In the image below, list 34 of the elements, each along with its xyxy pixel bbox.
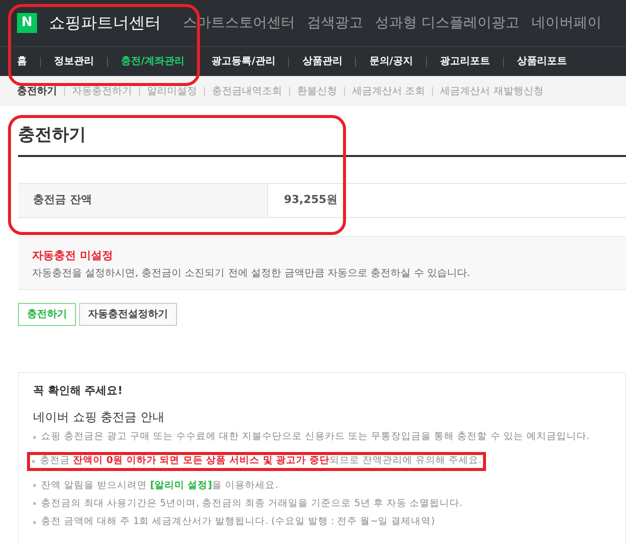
sub-nav-tab[interactable]: 세금계산서 조회 (352, 84, 426, 98)
sub-nav-tab[interactable]: 충전금내역조회 (212, 84, 282, 98)
nav-tab[interactable]: 상품리포트 (516, 54, 567, 69)
nav-tab[interactable]: 정보관리 (54, 54, 94, 69)
info-item: 잔액 알림을 받으시려면 [알리미 설정]을 이용하세요. (41, 478, 278, 492)
info-item: 충전금 잔액이 0원 이하가 되면 모든 상품 서비스 및 광고가 중단되므로 잔액관리에 유의해 주세요. (40, 454, 482, 468)
service-link[interactable]: 검색광고 (307, 12, 363, 34)
info-item: 쇼핑 충전금은 광고 구매 또는 수수료에 대한 지불수단으로 신용카드 또는 무통장입금을 통해 충전할 수 있는 예치금입니다. (41, 430, 590, 444)
site-title: 쇼핑파트너센터 (49, 12, 161, 34)
service-link[interactable]: 성과형 디스플레이광고 (375, 12, 520, 34)
action-button[interactable]: 충전하기 (18, 302, 76, 326)
balance-value: 93,255원 (283, 192, 338, 208)
info-item: 충전금의 최대 사용기간은 5년이며, 충전금의 최종 거래일을 기준으로 5년 후 자동 소멸됩니다. (41, 496, 462, 511)
auto-charge-status: 자동충전 미설정 (32, 248, 114, 264)
sub-nav-tab[interactable]: 세금계산서 재발행신청 (440, 84, 544, 98)
info-item: 충전 금액에 대해 주 1회 세금계산서가 발행됩니다. (수요일 발행 : 전주 월~일 결제내역) (41, 515, 435, 529)
nav-tab[interactable]: 문의/공지 (369, 54, 413, 69)
info-heading: 꼭 확인해 주세요! (33, 382, 124, 398)
sub-nav-tab[interactable]: 알리미설정 (147, 84, 197, 98)
nav-tab[interactable]: 광고리포트 (440, 54, 490, 69)
nav-tab[interactable]: 광고등록/관리 (212, 54, 276, 69)
auto-charge-description: 자동충전을 설정하시면, 충전금이 소진되기 전에 설정한 금액만큼 자동으로 충전하실 수 있습니다. (32, 267, 472, 281)
sub-nav-tab[interactable]: 환불신청 (297, 84, 337, 98)
info-title: 네이버 쇼핑 충전금 안내 (33, 409, 166, 426)
table-header-cell: 충전금 잔액 (18, 184, 268, 216)
sub-nav-tab[interactable]: 충전하기 (17, 84, 57, 98)
page-title: 충전하기 (18, 123, 626, 156)
service-link[interactable]: 네이버페이 (531, 12, 602, 34)
logo-icon: N (17, 13, 37, 33)
action-button[interactable]: 자동충전설정하기 (79, 302, 177, 326)
nav-tab[interactable]: 홈 (17, 54, 27, 69)
sub-nav-tab[interactable]: 자동충전하기 (72, 84, 132, 98)
nav-tab[interactable]: 상품관리 (302, 54, 342, 69)
nav-tab[interactable]: 충전/계좌관리 (121, 54, 185, 69)
